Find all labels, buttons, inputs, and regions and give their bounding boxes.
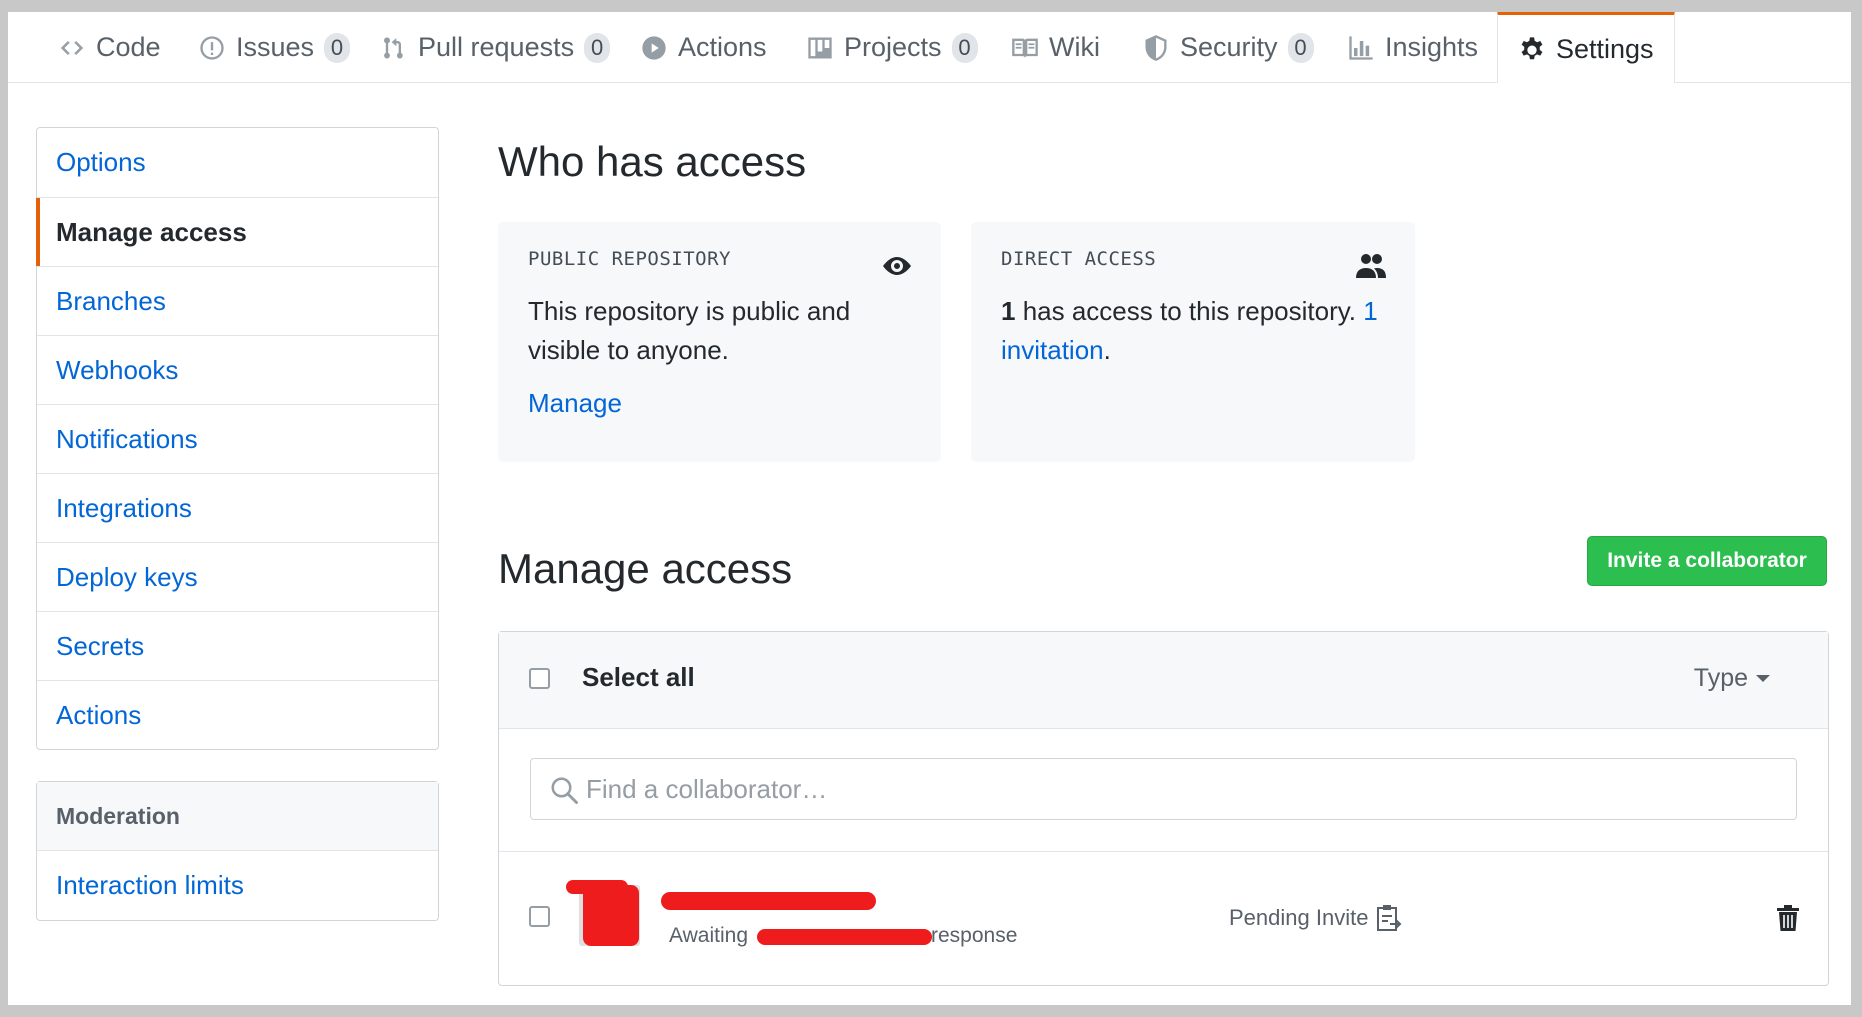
access-suffix: . [1103,335,1111,365]
direct-access-card: DIRECT ACCESS 1 has access to this repos… [971,222,1415,462]
card-text: This repository is public and visible to… [528,296,851,365]
sidebar-item-options[interactable]: Options [37,128,438,197]
trash-icon[interactable] [1776,904,1800,932]
tab-label: Projects [844,32,942,62]
access-text: has access to this repository. [1015,296,1364,326]
avatar[interactable] [579,885,640,946]
tab-pull-requests[interactable]: Pull requests 0 [380,12,611,83]
pull-request-icon [384,36,403,58]
tab-label: Issues [236,32,315,62]
invite-collaborator-button[interactable]: Invite a collaborator [1587,536,1827,586]
collaborator-status-text: Awaiting response [669,924,1017,948]
tab-label: Code [96,32,161,62]
card-label: PUBLIC REPOSITORY [528,248,731,270]
type-filter-dropdown[interactable]: Type [1694,664,1770,693]
shield-icon [1145,34,1167,61]
eye-icon [883,257,911,275]
tab-insights[interactable]: Insights [1347,12,1478,83]
collaborators-header: Select all Type [499,632,1828,729]
sidebar-item-branches[interactable]: Branches [37,266,438,335]
page: Code Issues 0 Pull requests 0 Actions Pr… [8,12,1851,1005]
manage-access-title: Manage access [498,545,793,592]
book-icon [1012,38,1038,58]
collaborators-box: Select all Type Awaiting [498,631,1829,986]
awaiting-label: Awaiting [669,924,748,947]
issues-count: 0 [324,32,351,63]
who-has-access-title: Who has access [498,138,807,185]
card-text: 1 has access to this repository. 1 invit… [1001,292,1385,370]
repo-nav: Code Issues 0 Pull requests 0 Actions Pr… [8,12,1851,83]
pending-invite-label: Pending Invite [1229,905,1369,930]
tab-settings[interactable]: Settings [1497,12,1675,83]
tab-actions[interactable]: Actions [640,12,767,83]
response-label: response [931,924,1018,947]
redaction-mark [583,885,639,946]
sidebar-item-actions[interactable]: Actions [37,680,438,749]
clipboard-icon[interactable] [1376,904,1402,932]
project-icon [808,37,832,58]
pull-requests-count: 0 [584,32,611,63]
tab-label: Security [1180,32,1278,62]
sidebar-item-webhooks[interactable]: Webhooks [37,335,438,404]
select-all-checkbox[interactable] [529,668,550,689]
pending-invite-status: Pending Invite [1229,904,1402,932]
redaction-mark [566,880,628,894]
find-collaborator-input[interactable] [530,758,1797,820]
tab-wiki[interactable]: Wiki [1011,12,1100,83]
access-count: 1 [1001,296,1016,326]
search-section [499,729,1828,852]
projects-count: 0 [951,32,978,63]
tab-label: Actions [678,32,767,62]
issue-icon [200,35,224,60]
sidebar-item-manage-access[interactable]: Manage access [36,197,438,266]
search-icon [551,777,578,804]
tab-label: Insights [1385,32,1479,62]
settings-menu: Options Manage access Branches Webhooks … [36,127,439,750]
play-icon [642,35,666,60]
manage-visibility-link[interactable]: Manage [528,388,622,419]
moderation-heading: Moderation [37,782,438,851]
tab-security[interactable]: Security 0 [1142,12,1314,83]
caret-down-icon [1756,675,1770,682]
people-icon [1356,254,1386,278]
sidebar-item-notifications[interactable]: Notifications [37,404,438,473]
tab-label: Wiki [1049,32,1100,62]
tab-label: Settings [1556,33,1654,64]
public-repository-card: PUBLIC REPOSITORY This repository is pub… [498,222,941,462]
sidebar-item-deploy-keys[interactable]: Deploy keys [37,542,438,611]
sidebar-item-interaction-limits[interactable]: Interaction limits [37,851,438,920]
redaction-mark [661,892,876,910]
moderation-menu: Moderation Interaction limits [36,781,439,921]
gear-icon [1521,37,1543,60]
tab-code[interactable]: Code [58,12,161,83]
row-checkbox[interactable] [529,906,550,927]
graph-icon [1349,35,1373,60]
tab-projects[interactable]: Projects 0 [806,12,978,83]
code-icon [60,40,84,55]
select-all-label[interactable]: Select all [582,662,695,693]
type-filter-label: Type [1693,664,1748,692]
redaction-mark [757,929,932,945]
sidebar-item-secrets[interactable]: Secrets [37,611,438,680]
sidebar-item-integrations[interactable]: Integrations [37,473,438,542]
tab-label: Pull requests [418,32,575,62]
security-count: 0 [1287,32,1314,63]
card-label: DIRECT ACCESS [1001,248,1157,270]
collaborator-row: Awaiting response Pending Invite [499,852,1828,985]
tab-issues[interactable]: Issues 0 [198,12,351,83]
